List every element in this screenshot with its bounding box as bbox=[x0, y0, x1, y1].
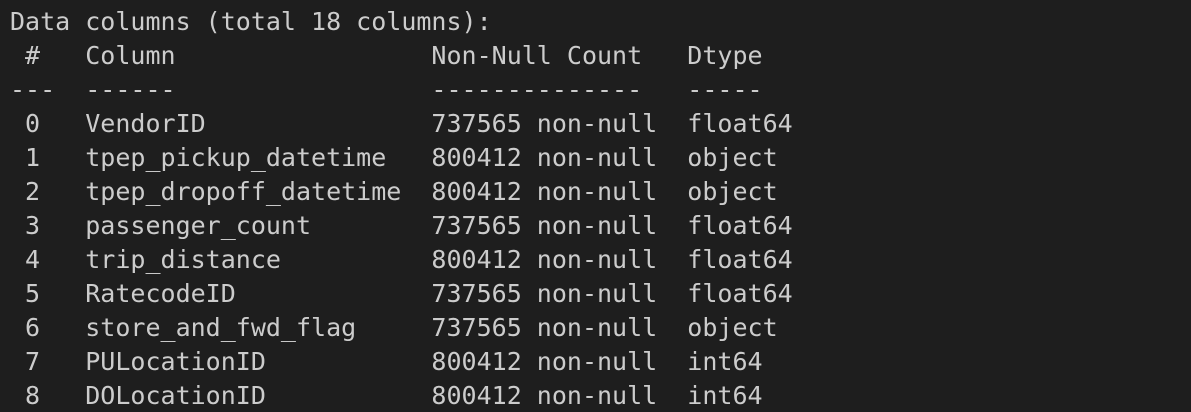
column-header-line: # Column Non-Null Count Dtype bbox=[10, 41, 793, 70]
info-header-line: Data columns (total 18 columns): bbox=[10, 7, 492, 36]
column-row: 1 tpep_pickup_datetime 800412 non-null o… bbox=[10, 143, 793, 172]
column-row: 0 VendorID 737565 non-null float64 bbox=[10, 109, 793, 138]
column-row: 7 PULocationID 800412 non-null int64 bbox=[10, 347, 793, 376]
column-row: 6 store_and_fwd_flag 737565 non-null obj… bbox=[10, 313, 793, 342]
column-row: 3 passenger_count 737565 non-null float6… bbox=[10, 211, 793, 240]
separator-line: --- ------ -------------- ----- bbox=[10, 75, 793, 104]
column-row: 4 trip_distance 800412 non-null float64 bbox=[10, 245, 793, 274]
column-row: 2 tpep_dropoff_datetime 800412 non-null … bbox=[10, 177, 793, 206]
terminal-output: Data columns (total 18 columns): # Colum… bbox=[0, 0, 1191, 412]
column-row: 8 DOLocationID 800412 non-null int64 bbox=[10, 381, 793, 410]
column-row: 5 RatecodeID 737565 non-null float64 bbox=[10, 279, 793, 308]
